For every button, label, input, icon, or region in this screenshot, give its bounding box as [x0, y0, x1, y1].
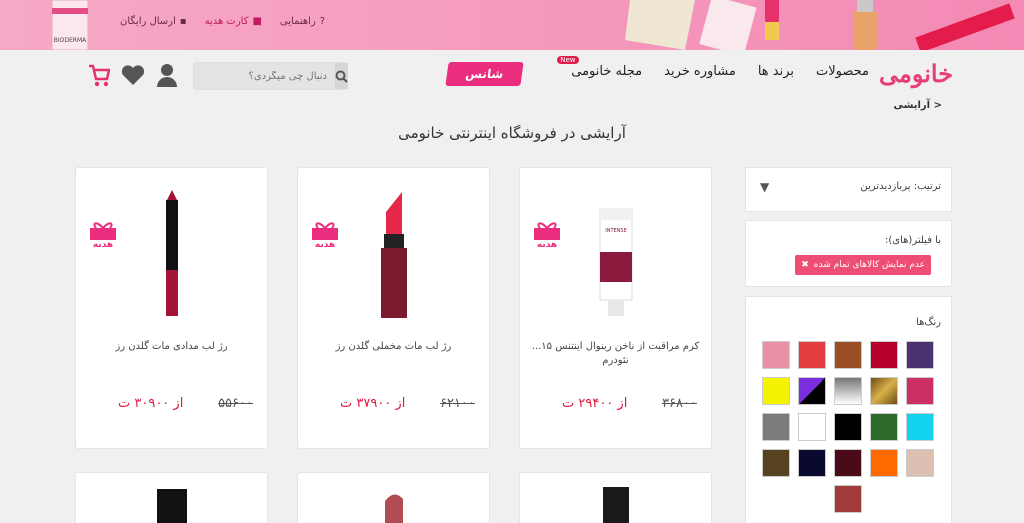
gift-card-link[interactable]: ■ کارت هدیه	[205, 16, 262, 27]
site-logo[interactable]: خانومی	[878, 57, 954, 91]
chevron-down-icon: ▼	[760, 180, 770, 194]
new-price: از ۲۹۴۰۰ ت	[562, 396, 628, 411]
gift-badge-icon: هدیه	[312, 222, 338, 248]
bottle-decor-icon: BIODERMA	[51, 0, 89, 50]
color-swatch[interactable]	[762, 413, 790, 441]
color-swatch[interactable]	[798, 413, 826, 441]
active-filters-title: با فیلتر(های):	[885, 235, 941, 246]
color-swatch[interactable]	[798, 449, 826, 477]
truck-icon: ▪	[179, 16, 187, 27]
product-card[interactable]	[75, 472, 268, 523]
cart-icon[interactable]	[88, 62, 110, 88]
product-card[interactable]	[519, 472, 712, 523]
old-price: ۳۶۸۰۰	[662, 396, 697, 411]
product-card[interactable]: INTENSE هدیه کرم مراقبت از ناخن رینوال ا…	[519, 167, 712, 449]
color-swatch[interactable]	[870, 413, 898, 441]
menu-item-products[interactable]: محصولات	[816, 64, 869, 79]
product-card[interactable]	[297, 472, 490, 523]
main-menu: محصولات برند ها مشاوره خرید مجله خانومی …	[557, 56, 869, 79]
svg-text:هدیه: هدیه	[537, 240, 557, 248]
breadcrumb[interactable]: آرایشی >	[893, 100, 942, 111]
close-icon[interactable]: ✖	[801, 255, 809, 275]
top-promo-bar: BIODERMA ? راهنمایی ■ کارت هدیه ▪ ارسال …	[0, 0, 1024, 50]
color-swatch[interactable]	[870, 377, 898, 405]
product-image	[156, 489, 187, 523]
color-swatches	[762, 341, 934, 513]
active-filters: با فیلتر(های): عدم نمایش کالاهای تمام شد…	[745, 220, 952, 287]
color-swatch[interactable]	[798, 377, 826, 405]
product-image	[384, 494, 403, 523]
color-swatch[interactable]	[906, 341, 934, 369]
heart-icon[interactable]	[120, 62, 146, 88]
free-shipping-link[interactable]: ▪ ارسال رایگان	[120, 16, 187, 27]
new-price: از ۳۷۹۰۰ ت	[340, 396, 406, 411]
question-circle-icon: ?	[319, 16, 326, 27]
old-price: ۶۲۱۰۰	[440, 396, 475, 411]
search-box	[193, 62, 348, 90]
color-swatch[interactable]	[870, 449, 898, 477]
product-image: INTENSE	[599, 208, 632, 316]
product-image	[602, 487, 629, 523]
svg-text:هدیه: هدیه	[93, 240, 113, 248]
chance-button[interactable]: شانس	[445, 62, 524, 86]
product-name[interactable]: رژ لب مدادی مات گلدن رز	[86, 340, 257, 354]
page-title: آرایشی در فروشگاه اینترنتی خانومی	[398, 124, 626, 142]
sort-dropdown[interactable]: ترتیب: پربازدیدترین ▼	[745, 167, 952, 212]
product-card[interactable]: هدیه رژ لب مدادی مات گلدن رز ۵۵۶۰۰ از ۳۰…	[75, 167, 268, 449]
old-price: ۵۵۶۰۰	[218, 396, 253, 411]
gift-badge-icon: هدیه	[534, 222, 560, 248]
color-swatch[interactable]	[834, 341, 862, 369]
sort-label: ترتیب: پربازدیدترین	[860, 181, 941, 192]
svg-text:هدیه: هدیه	[315, 240, 335, 248]
color-swatch[interactable]	[834, 449, 862, 477]
color-swatch[interactable]	[762, 449, 790, 477]
product-card[interactable]: هدیه رژ لب مات مخملی گلدن رز ۶۲۱۰۰ از ۳۷…	[297, 167, 490, 449]
product-name[interactable]: رژ لب مات مخملی گلدن رز	[308, 340, 479, 354]
gift-badge-icon: هدیه	[90, 222, 116, 248]
color-filter: رنگ‌ها	[745, 296, 952, 523]
color-swatch[interactable]	[906, 413, 934, 441]
color-swatch[interactable]	[870, 341, 898, 369]
menu-item-shopping-advice[interactable]: مشاوره خرید	[664, 64, 736, 79]
color-swatch[interactable]	[762, 341, 790, 369]
nav-icons	[88, 62, 178, 88]
product-name[interactable]: کرم مراقبت از ناخن رینوال اینتنس ۱۵... ن…	[530, 340, 701, 368]
new-price: از ۳۰۹۰۰ ت	[118, 396, 184, 411]
bottle-brand-text: BIODERMA	[54, 37, 87, 44]
color-swatch[interactable]	[834, 413, 862, 441]
search-input[interactable]	[194, 63, 335, 89]
color-swatch[interactable]	[834, 377, 862, 405]
new-badge: New	[557, 56, 579, 64]
color-swatch[interactable]	[834, 485, 862, 513]
cosmetics-decor-icon	[625, 0, 1015, 50]
svg-text:INTENSE: INTENSE	[605, 228, 627, 234]
product-image	[165, 190, 178, 316]
color-swatch[interactable]	[906, 449, 934, 477]
search-button[interactable]	[335, 63, 348, 89]
color-swatch[interactable]	[798, 341, 826, 369]
product-image	[380, 192, 407, 318]
menu-item-magazine[interactable]: مجله خانومی New	[557, 56, 642, 79]
menu-item-brands[interactable]: برند ها	[758, 64, 794, 79]
gift-icon: ■	[252, 16, 262, 27]
filter-tag-in-stock[interactable]: عدم نمایش کالاهای تمام شده ✖	[795, 255, 931, 275]
color-swatch[interactable]	[762, 377, 790, 405]
search-icon	[335, 70, 348, 83]
user-icon[interactable]	[156, 62, 178, 88]
color-swatch[interactable]	[906, 377, 934, 405]
colors-title: رنگ‌ها	[916, 317, 941, 328]
help-link[interactable]: ? راهنمایی	[280, 16, 325, 27]
